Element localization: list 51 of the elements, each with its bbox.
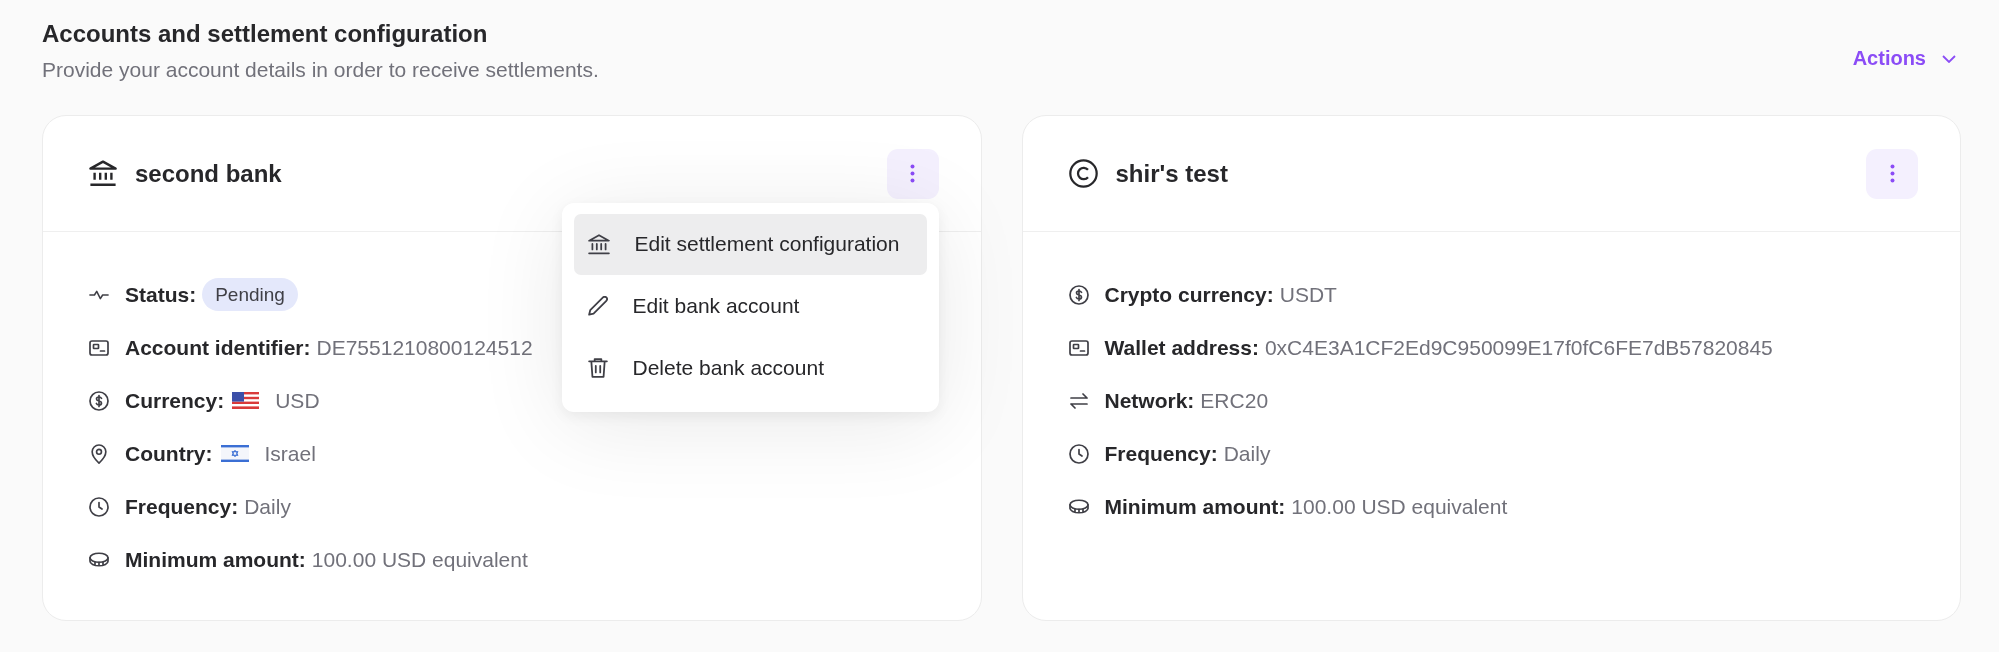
- coin-icon: [1068, 499, 1089, 514]
- field-label: Minimum amount:: [125, 547, 306, 572]
- israel-flag-icon: [220, 445, 249, 462]
- coin-icon: [89, 552, 109, 567]
- clock-icon: [89, 496, 109, 517]
- field-label: Network:: [1104, 388, 1195, 413]
- more-options-button[interactable]: [1866, 148, 1918, 199]
- id-card-icon: [1068, 339, 1089, 356]
- field-label: Frequency:: [1104, 441, 1218, 466]
- more-options-button[interactable]: [886, 148, 939, 199]
- pulse-icon: [89, 289, 109, 300]
- vertical-dots-icon: [1889, 164, 1895, 183]
- page-title: Accounts and settlement configuration: [42, 19, 489, 49]
- vertical-dots-icon: [910, 164, 915, 183]
- chevron-down-icon: [1942, 54, 1956, 63]
- field-value: 100.00 USD equivalent: [311, 547, 528, 572]
- field-value: ERC20: [1200, 388, 1269, 413]
- menu-item[interactable]: Edit settlement configuration: [573, 213, 927, 275]
- card-title: second bank: [135, 159, 282, 188]
- field-value: Daily: [244, 494, 291, 519]
- field-label: Crypto currency:: [1104, 282, 1274, 307]
- bank-icon: [89, 160, 117, 187]
- dollar-circle-icon: [89, 390, 109, 411]
- field-label: Status:: [125, 282, 197, 307]
- card-title: shir's test: [1115, 159, 1228, 188]
- circled-c-icon: [1068, 159, 1098, 188]
- field-value: Israel: [264, 441, 316, 466]
- status-badge: Pending: [202, 278, 298, 311]
- bank-icon: [587, 233, 610, 255]
- actions-button[interactable]: Actions: [1850, 43, 1958, 74]
- map-pin-icon: [91, 443, 107, 464]
- us-flag-icon: [232, 392, 260, 409]
- field-value: 100.00 USD equivalent: [1291, 494, 1508, 519]
- trash-icon: [587, 358, 608, 378]
- field-value: USDT: [1279, 282, 1337, 307]
- field-label: Country:: [125, 441, 213, 466]
- clock-icon: [1068, 443, 1089, 464]
- field-value: Daily: [1223, 441, 1271, 466]
- page-subtitle: Provide your account details in order to receive settlements.: [42, 57, 599, 83]
- field-label: Wallet address:: [1104, 335, 1259, 360]
- field-value: USD: [275, 388, 320, 413]
- field-value: 0xC4E3A1CF2Ed9C950099E17f0fC6FE7dB57820845: [1264, 335, 1773, 360]
- pencil-icon: [587, 296, 608, 316]
- field-label: Minimum amount:: [1104, 494, 1286, 519]
- id-card-icon: [89, 339, 109, 356]
- field-value: DE7551210800124512: [316, 335, 533, 360]
- field-label: Currency:: [125, 388, 225, 413]
- swap-arrows-icon: [1069, 392, 1088, 409]
- dollar-circle-icon: [1068, 284, 1089, 305]
- field-label: Account identifier:: [125, 335, 311, 360]
- field-label: Frequency:: [125, 494, 239, 519]
